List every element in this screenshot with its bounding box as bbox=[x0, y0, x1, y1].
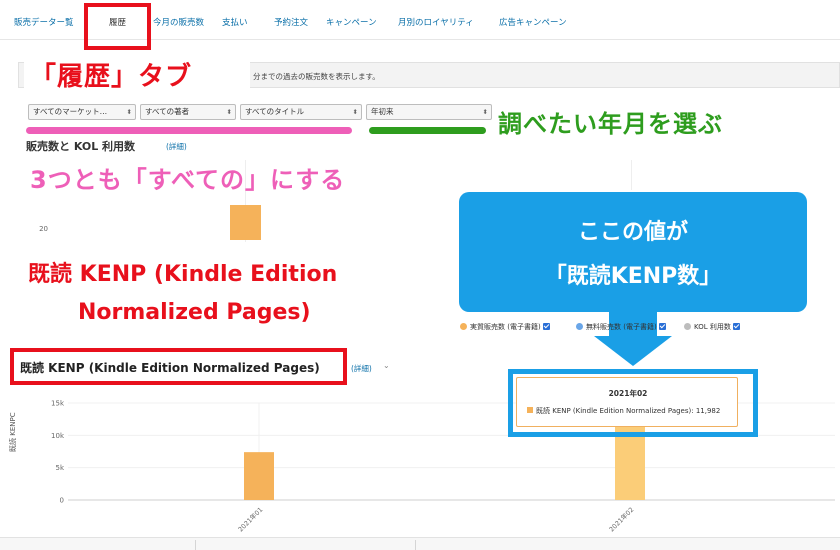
kenp-chart-y-tick: 10k bbox=[51, 432, 65, 440]
kenp-chart-bar bbox=[244, 452, 274, 500]
legend-dot-icon bbox=[576, 323, 583, 330]
legend-checkbox-icon[interactable] bbox=[732, 323, 740, 330]
period-select-value: 年初来 bbox=[371, 107, 394, 116]
legend-label: 無料販売数 (電子書籍) bbox=[586, 323, 657, 331]
kenp-chart-detail-link[interactable]: (詳細) bbox=[351, 363, 372, 374]
kenp-chart-title-highlight-box: 既読 KENP (Kindle Edition Normalized Pages… bbox=[10, 348, 347, 385]
footer-divider bbox=[415, 540, 416, 550]
marketplace-select[interactable]: すべてのマーケット… ⬍ bbox=[28, 104, 136, 120]
tab-preorders[interactable]: 予約注文 bbox=[274, 16, 308, 28]
select-period-annotation: 調べたい年月を選ぶ bbox=[498, 110, 723, 138]
kenp-chart-title: 既読 KENP (Kindle Edition Normalized Pages… bbox=[20, 361, 320, 375]
period-underline bbox=[369, 127, 486, 134]
kenp-chart-tooltip: 2021年02 既読 KENP (Kindle Edition Normaliz… bbox=[516, 377, 738, 427]
legend-item-kol[interactable]: KOL 利用数 bbox=[684, 322, 740, 332]
legend-label: KOL 利用数 bbox=[694, 323, 731, 331]
all-filters-underline bbox=[26, 127, 352, 134]
author-select[interactable]: すべての著者 ⬍ bbox=[140, 104, 236, 120]
legend-checkbox-icon[interactable] bbox=[542, 323, 550, 330]
kenp-chart-x-tick: 2021年02 bbox=[607, 505, 636, 534]
legend-checkbox-icon[interactable] bbox=[658, 323, 666, 330]
kenp-chart-x-tick: 2021年01 bbox=[236, 505, 265, 534]
tooltip-series-swatch bbox=[527, 407, 533, 413]
marketplace-select-value: すべてのマーケット… bbox=[33, 107, 108, 116]
period-select-chevron-icon: ⬍ bbox=[482, 108, 488, 116]
tab-ad-campaigns[interactable]: 広告キャンペーン bbox=[499, 16, 567, 28]
tooltip-series-label: 既読 KENP (Kindle Edition Normalized Pages… bbox=[536, 407, 694, 415]
tab-campaigns[interactable]: キャンペーン bbox=[326, 16, 377, 28]
sales-chart-y-tick: 20 bbox=[39, 225, 48, 233]
legend-dot-icon bbox=[684, 323, 691, 330]
kenp-annotation: 既読 KENP (Kindle Edition Normalized Pages… bbox=[0, 248, 446, 338]
tab-payments[interactable]: 支払い bbox=[222, 16, 248, 28]
sales-chart-bar bbox=[230, 205, 261, 240]
kenp-chart-y-tick: 15k bbox=[51, 400, 65, 408]
kenp-value-callout-line1: ここの値が bbox=[577, 220, 688, 245]
author-select-value: すべての著者 bbox=[145, 107, 190, 116]
title-select-chevron-icon: ⬍ bbox=[352, 108, 358, 116]
title-select[interactable]: すべてのタイトル ⬍ bbox=[240, 104, 362, 120]
title-select-value: すべてのタイトル bbox=[245, 107, 305, 116]
kenp-value-callout: ここの値が 「既読KENP数」 bbox=[459, 192, 807, 312]
down-arrow-icon bbox=[594, 336, 672, 366]
description-text: 分までの過去の販売数を表示します。 bbox=[253, 72, 380, 81]
legend-label: 実質販売数 (電子書籍) bbox=[470, 323, 541, 331]
select-all-annotation: 3つとも「すべての」にする bbox=[30, 166, 346, 194]
kenp-chart-y-tick: 5k bbox=[55, 464, 64, 472]
sales-chart-detail-link[interactable]: (詳細) bbox=[166, 141, 187, 152]
kenp-annotation-line1: 既読 KENP (Kindle Edition bbox=[28, 262, 338, 287]
tooltip-row: 既読 KENP (Kindle Edition Normalized Pages… bbox=[527, 406, 720, 416]
footer-divider bbox=[195, 540, 196, 550]
sales-chart-title: 販売数と KOL 利用数 bbox=[26, 140, 136, 153]
kenp-chart-y-tick: 0 bbox=[60, 497, 64, 505]
kenp-chart-y-axis-label: 既読 KENPC bbox=[9, 412, 17, 452]
history-tab-highlight-box bbox=[84, 3, 151, 50]
sales-chart-gridline bbox=[631, 160, 632, 190]
kenp-annotation-line2: Normalized Pages) bbox=[78, 300, 311, 325]
legend-item-paid-sales[interactable]: 実質販売数 (電子書籍) bbox=[460, 322, 550, 332]
tooltip-series-value: 11,982 bbox=[695, 407, 721, 415]
history-tab-callout-text: 「履歴」タブ bbox=[30, 62, 193, 92]
tab-monthly-sales[interactable]: 今月の販売数 bbox=[153, 16, 204, 28]
tab-sales-dashboard[interactable]: 販売データー覧 bbox=[14, 16, 74, 28]
legend-item-free-sales[interactable]: 無料販売数 (電子書籍) bbox=[576, 322, 666, 332]
history-tab-callout: 「履歴」タブ bbox=[24, 52, 250, 96]
marketplace-select-chevron-icon: ⬍ bbox=[126, 108, 132, 116]
kenp-value-callout-line2: 「既読KENP数」 bbox=[544, 264, 722, 289]
tooltip-title: 2021年02 bbox=[608, 389, 648, 398]
legend-dot-icon bbox=[460, 323, 467, 330]
chevron-down-icon[interactable]: ⌄ bbox=[383, 361, 390, 370]
period-select[interactable]: 年初来 ⬍ bbox=[366, 104, 492, 120]
author-select-chevron-icon: ⬍ bbox=[226, 108, 232, 116]
page-footer bbox=[0, 537, 840, 550]
tab-monthly-royalty[interactable]: 月別のロイヤリティ bbox=[398, 16, 474, 28]
